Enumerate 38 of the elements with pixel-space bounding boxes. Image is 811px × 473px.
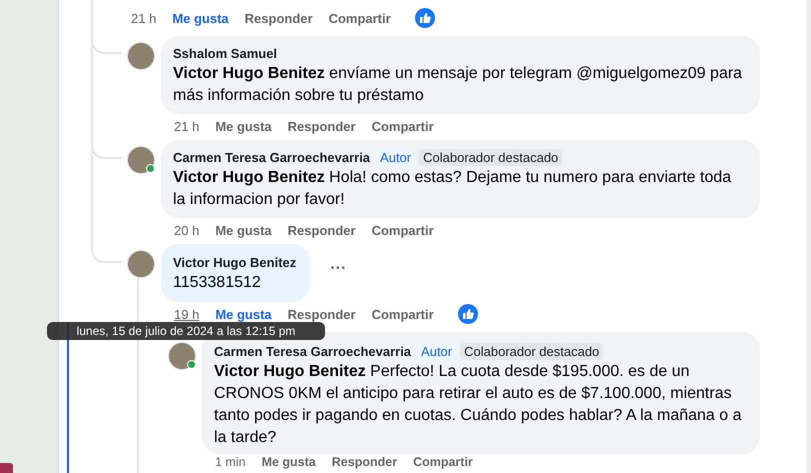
timestamp-link[interactable]: 1 min — [215, 455, 246, 469]
timestamp-link[interactable]: 20 h — [174, 222, 200, 238]
author-name[interactable]: Carmen Teresa Garroechevarria — [214, 344, 412, 359]
comment-text: Victor Hugo Benitez Hola! como estas? Dejame tu numero para enviarte toda la informacion por favor! — [173, 168, 732, 210]
author-name[interactable]: Victor Hugo Benitez — [173, 255, 296, 270]
reply-link[interactable]: Responder — [332, 455, 398, 469]
author-badge: Colaborador destacado — [419, 149, 562, 166]
timestamp-link[interactable]: 21 h — [131, 10, 156, 26]
like-link[interactable]: Me gusta — [215, 222, 272, 238]
share-link[interactable]: Compartir — [372, 118, 434, 134]
like-link[interactable]: Me gusta — [215, 118, 272, 134]
author-badge: Autor — [376, 149, 416, 166]
comment-text: Victor Hugo Benitez envíame un mensaje por telegram @miguelgomez09 para más información sobre tu préstamo — [173, 64, 744, 106]
avatar[interactable] — [127, 146, 155, 174]
avatar[interactable] — [168, 342, 196, 370]
date-tooltip: lunes, 15 de julio de 2024 a las 12:15 pm — [47, 322, 325, 340]
more-options-button[interactable]: ··· — [330, 260, 346, 278]
share-link[interactable]: Compartir — [413, 455, 473, 469]
reply-link[interactable]: Responder — [288, 118, 356, 134]
share-link[interactable]: Compartir — [372, 306, 434, 322]
author-name[interactable]: Carmen Teresa Garroechevarria — [173, 150, 370, 165]
reply-link[interactable]: Responder — [244, 10, 313, 26]
share-link[interactable]: Compartir — [372, 222, 434, 238]
reply-link[interactable]: Responder — [288, 306, 356, 322]
timestamp-link[interactable]: 19 h — [174, 306, 200, 322]
author-name[interactable]: Sshalom Samuel — [173, 46, 278, 61]
like-link[interactable]: Me gusta — [262, 455, 316, 469]
author-badge: Autor — [417, 343, 456, 360]
reply-link[interactable]: Responder — [288, 222, 356, 238]
avatar[interactable] — [127, 250, 155, 278]
avatar[interactable] — [127, 42, 155, 70]
like-link[interactable]: Me gusta — [215, 306, 272, 322]
comment-text: 1153381512 — [173, 273, 262, 293]
author-badge: Colaborador destacado — [460, 343, 604, 360]
timestamp-link[interactable]: 21 h — [174, 118, 200, 134]
share-link[interactable]: Compartir — [328, 10, 391, 26]
like-link[interactable]: Me gusta — [172, 10, 229, 26]
comment-text: Victor Hugo Benitez Perfecto! La cuota desde $195.000. es de un CRONOS 0KM el anticipo para retirar el auto es de $7.100.000, mientras tanto podes ir pagando en cuotas. Cuándo podes hablar? A la mañana o a la tarde? — [214, 362, 743, 448]
